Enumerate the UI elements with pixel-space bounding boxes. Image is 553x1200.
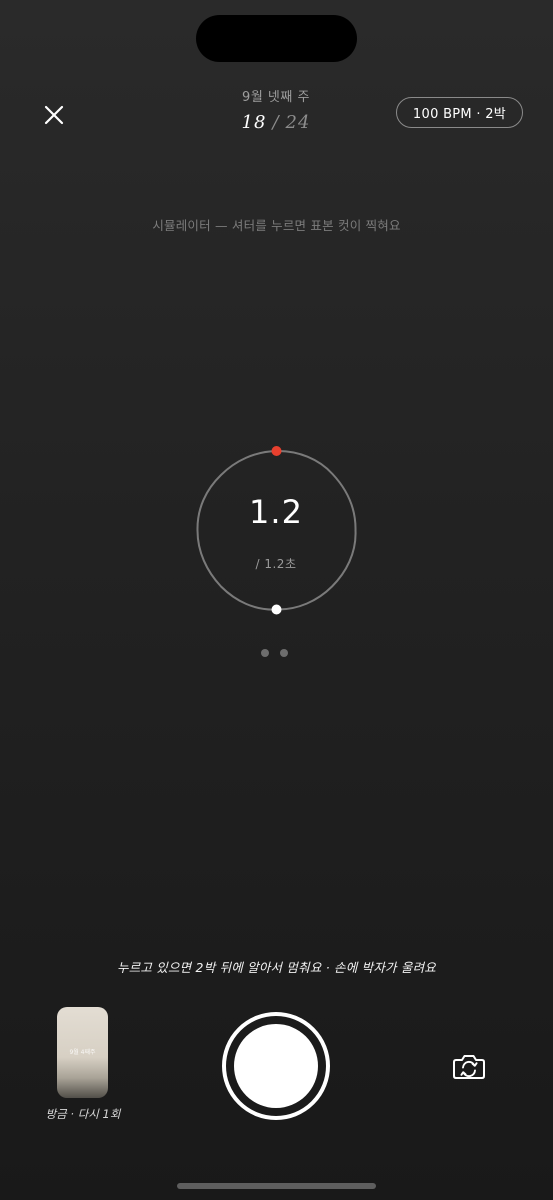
shutter-inner [234,1024,318,1108]
timer-total: / 1.2초 [255,557,297,571]
page-indicator [261,649,288,657]
dynamic-island [196,15,357,62]
timer-value: 1.2 [249,493,303,531]
home-indicator[interactable] [177,1183,376,1189]
timer-start-marker [271,446,282,456]
last-shot-thumbnail[interactable]: 9월 4째주 [57,1007,108,1098]
shutter-button[interactable] [222,1012,330,1120]
flip-camera-button[interactable] [448,1048,490,1084]
close-button[interactable] [36,97,72,133]
thumbnail-caption: 9월 4째주 [69,1049,96,1056]
last-shot-label: 방금 · 다시 1회 [45,1107,121,1121]
counter-separator: / [272,112,280,133]
flip-camera-icon [453,1055,485,1079]
week-label: 9월 넷째 주 [242,90,310,105]
header-center: 9월 넷째 주 18/24 [176,88,376,135]
timer-progress-marker [271,604,282,615]
page-dot [280,649,288,657]
close-icon [44,105,64,125]
page-dot [261,649,269,657]
bpm-pill-button[interactable]: 100 BPM · 2박 [396,97,523,128]
hint-text: 누르고 있으면 2박 뒤에 알아서 멈춰요 · 손에 박자가 울려요 [117,960,436,975]
counter-current: 18 [241,112,267,133]
shot-counter: 18/24 [176,111,376,135]
simulator-note: 시뮬레이터 — 셔터를 누르면 표본 컷이 찍혀요 [152,218,401,233]
counter-total: 24 [285,112,311,133]
